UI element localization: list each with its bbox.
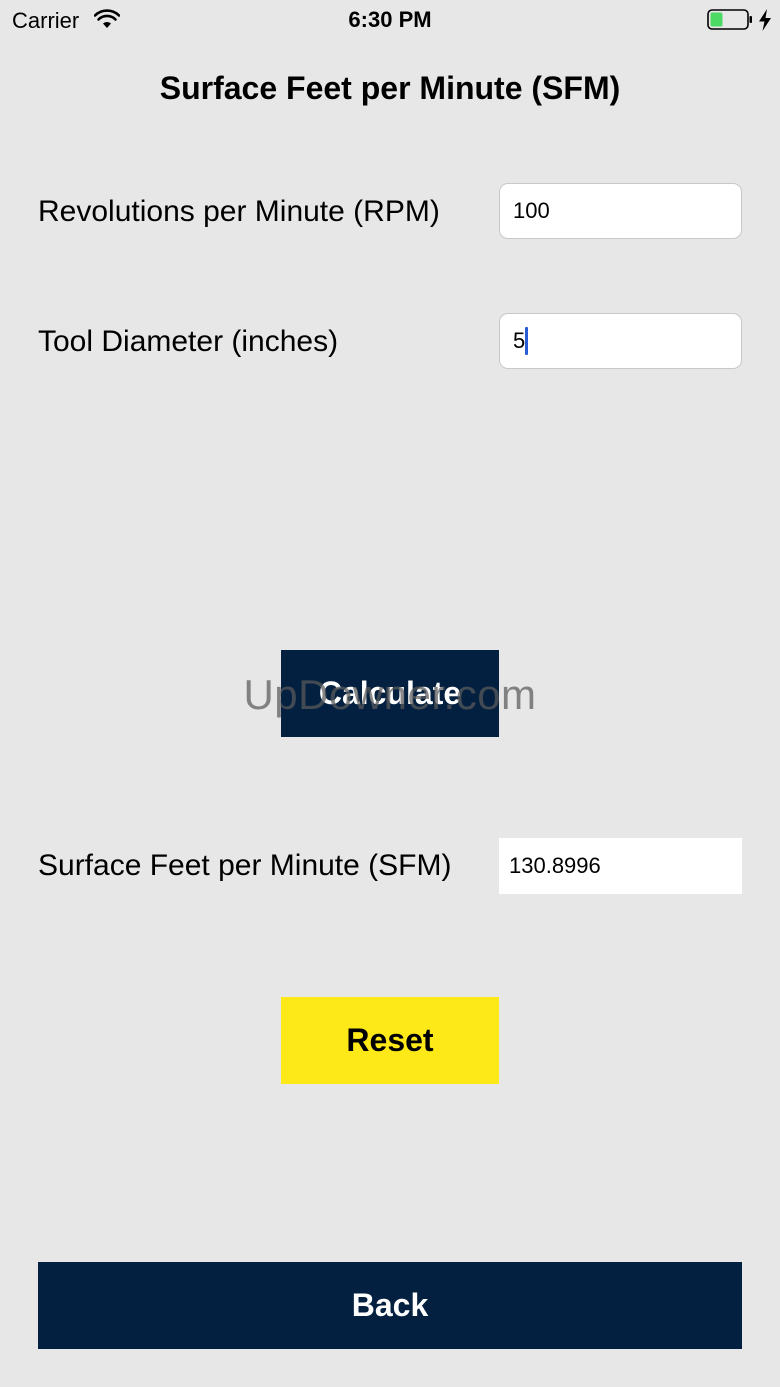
sfm-result-value: 130.8996	[499, 838, 742, 894]
rpm-input[interactable]	[499, 183, 742, 239]
sfm-calculator-screen: Carrier 6:30 PM Surface Feet per Minute …	[0, 0, 780, 1387]
sfm-result-label: Surface Feet per Minute (SFM)	[38, 849, 452, 882]
status-bar: Carrier 6:30 PM	[0, 0, 780, 40]
tool-diameter-field[interactable]	[499, 313, 742, 369]
page-title: Surface Feet per Minute (SFM)	[159, 70, 621, 106]
reset-button[interactable]: Reset	[281, 997, 499, 1084]
calculate-button[interactable]: Calculate	[281, 650, 499, 737]
tool-diameter-input[interactable]	[499, 313, 742, 369]
status-time: 6:30 PM	[348, 7, 432, 32]
rpm-label: Revolutions per Minute (RPM)	[38, 195, 440, 228]
tool-diameter-label: Tool Diameter (inches)	[38, 325, 339, 358]
back-button[interactable]: Back	[38, 1262, 742, 1349]
text-caret	[525, 327, 528, 355]
battery-icon	[707, 9, 752, 30]
charging-bolt-icon	[759, 9, 771, 31]
